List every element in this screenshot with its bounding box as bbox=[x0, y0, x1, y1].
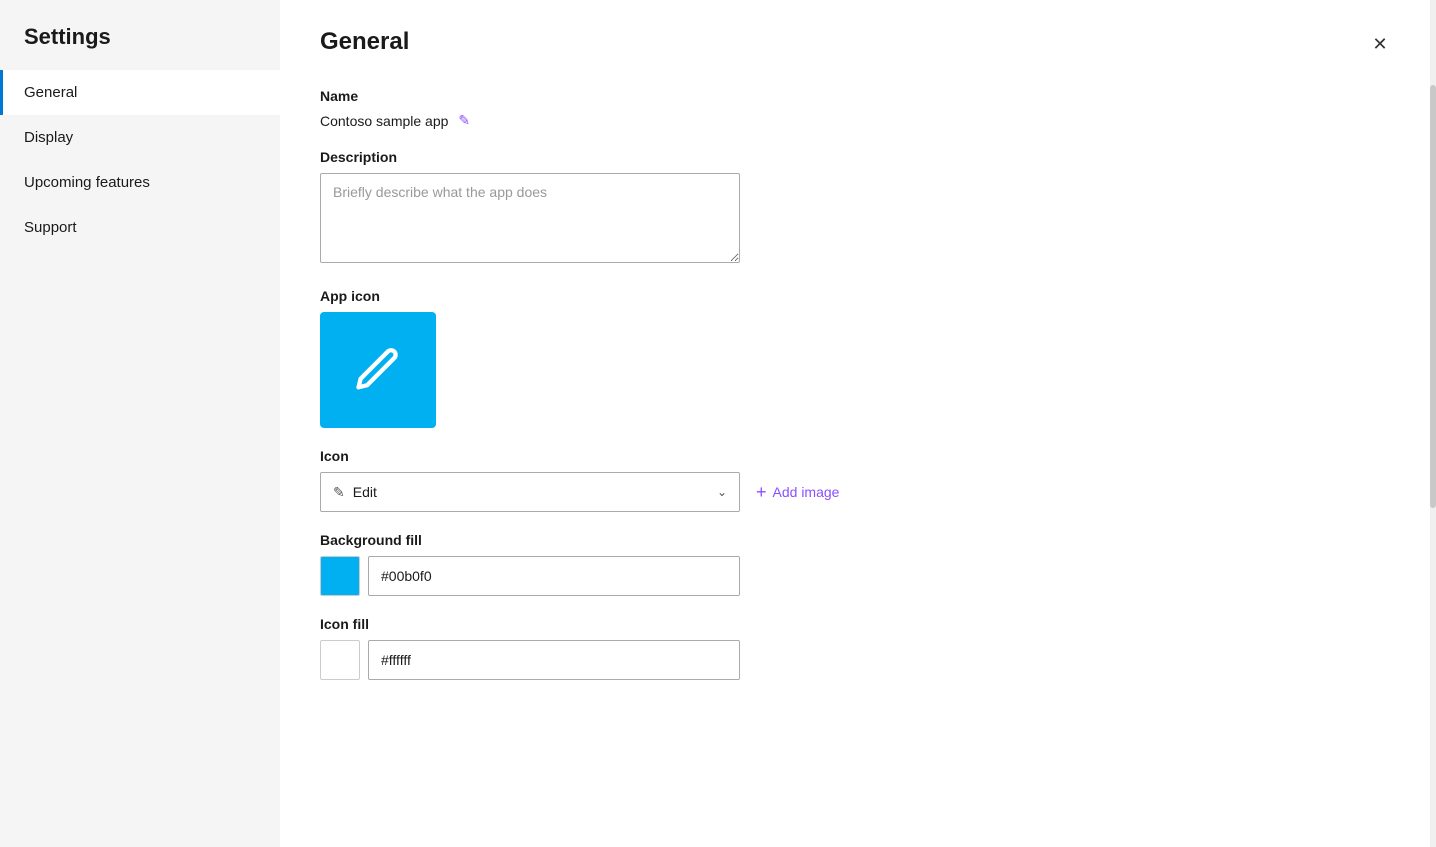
name-section-label: Name bbox=[320, 88, 1396, 104]
sidebar: Settings General Display Upcoming featur… bbox=[0, 0, 280, 847]
icon-fill-color-swatch[interactable] bbox=[320, 640, 360, 680]
main-header: General ✕ bbox=[320, 28, 1396, 60]
sidebar-item-display[interactable]: Display bbox=[0, 115, 280, 160]
app-icon-section: App icon bbox=[320, 288, 1396, 428]
name-row: Contoso sample app ✎ bbox=[320, 112, 1396, 129]
scrollbar-track[interactable] bbox=[1430, 0, 1436, 847]
sidebar-item-display-label: Display bbox=[24, 129, 73, 146]
icon-fill-section: Icon fill bbox=[320, 616, 1396, 680]
sidebar-title: Settings bbox=[0, 0, 280, 70]
main-content: General ✕ Name Contoso sample app ✎ Desc… bbox=[280, 0, 1436, 847]
sidebar-item-support-label: Support bbox=[24, 219, 77, 236]
app-icon-pencil-icon bbox=[352, 344, 404, 396]
sidebar-item-upcoming-features-label: Upcoming features bbox=[24, 174, 150, 191]
icon-select-dropdown[interactable]: ✎ Edit ⌄ bbox=[320, 472, 740, 512]
name-edit-icon[interactable]: ✎ bbox=[458, 112, 470, 129]
description-section: Description bbox=[320, 149, 1396, 268]
chevron-down-icon: ⌄ bbox=[717, 485, 727, 499]
background-fill-section: Background fill bbox=[320, 532, 1396, 596]
sidebar-item-support[interactable]: Support bbox=[0, 205, 280, 250]
page-title: General bbox=[320, 28, 409, 56]
icon-row: ✎ Edit ⌄ + Add image bbox=[320, 472, 1396, 512]
background-fill-label: Background fill bbox=[320, 532, 1396, 548]
name-section: Name Contoso sample app ✎ bbox=[320, 88, 1396, 129]
close-button[interactable]: ✕ bbox=[1364, 28, 1396, 60]
sidebar-nav: General Display Upcoming features Suppor… bbox=[0, 70, 280, 250]
icon-select-left: ✎ Edit bbox=[333, 484, 377, 501]
name-value: Contoso sample app bbox=[320, 113, 448, 129]
description-label: Description bbox=[320, 149, 1396, 165]
sidebar-item-upcoming-features[interactable]: Upcoming features bbox=[0, 160, 280, 205]
background-fill-row bbox=[320, 556, 1396, 596]
add-image-button[interactable]: + Add image bbox=[756, 482, 839, 503]
background-color-swatch[interactable] bbox=[320, 556, 360, 596]
icon-select-value: Edit bbox=[353, 484, 377, 500]
sidebar-item-general-label: General bbox=[24, 84, 77, 101]
description-input[interactable] bbox=[320, 173, 740, 263]
icon-fill-input[interactable] bbox=[368, 640, 740, 680]
app-icon-label: App icon bbox=[320, 288, 1396, 304]
sidebar-item-general[interactable]: General bbox=[0, 70, 280, 115]
scrollbar-thumb bbox=[1430, 85, 1436, 509]
app-icon-box[interactable] bbox=[320, 312, 436, 428]
add-image-label: Add image bbox=[773, 484, 840, 500]
icon-select-pencil-icon: ✎ bbox=[333, 484, 345, 501]
icon-label: Icon bbox=[320, 448, 1396, 464]
icon-fill-row bbox=[320, 640, 1396, 680]
icon-fill-label: Icon fill bbox=[320, 616, 1396, 632]
icon-section: Icon ✎ Edit ⌄ + Add image bbox=[320, 448, 1396, 512]
background-fill-input[interactable] bbox=[368, 556, 740, 596]
add-image-plus-icon: + bbox=[756, 482, 767, 503]
